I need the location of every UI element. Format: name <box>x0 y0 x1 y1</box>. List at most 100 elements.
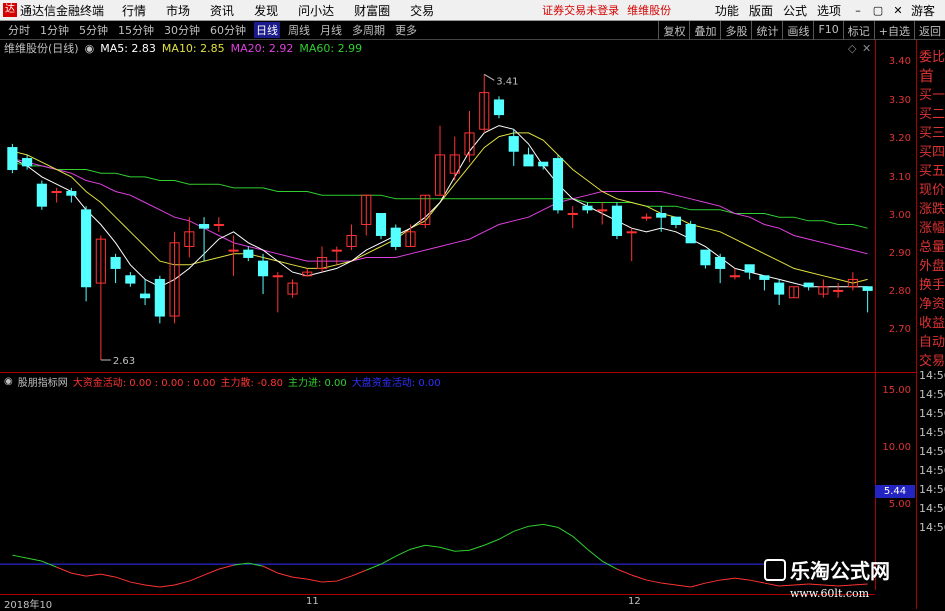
close-icon[interactable]: ✕ <box>891 4 905 18</box>
period-intraday[interactable]: 分时 <box>6 22 32 38</box>
price-tick: 3.40 <box>888 56 911 67</box>
menu-news[interactable]: 资讯 <box>210 2 234 19</box>
candle-body <box>700 249 711 266</box>
draw-line-button[interactable]: 画线 <box>782 21 813 40</box>
period-5min[interactable]: 5分钟 <box>77 22 110 38</box>
candle-body <box>744 264 755 273</box>
period-weekly[interactable]: 周线 <box>286 22 312 38</box>
candle-body <box>862 286 873 291</box>
app-name: 通达信金融终端 <box>20 3 105 18</box>
chart-title: 维维股份(日线) <box>4 42 79 55</box>
candle-body <box>552 158 564 211</box>
minimize-icon[interactable]: – <box>851 4 865 18</box>
mark-button[interactable]: 标记 <box>842 21 874 40</box>
candle-body <box>331 249 342 252</box>
candle-body <box>375 213 387 236</box>
menu-function[interactable]: 功能 <box>715 2 739 19</box>
candle-body <box>523 154 534 167</box>
ma5-label: MA5: 2.83 <box>100 41 156 55</box>
indicator-segment <box>690 582 706 588</box>
menu-market[interactable]: 市场 <box>166 2 190 19</box>
date-tick: 12 <box>628 596 641 607</box>
indicator-segment <box>292 576 308 580</box>
indicator-segment <box>277 572 293 578</box>
indicator-segment <box>27 557 42 562</box>
candle-body <box>390 227 401 247</box>
close-chart-icon[interactable]: ✕ <box>862 42 871 55</box>
side-panel-label: 14:56 <box>919 388 945 401</box>
maximize-icon[interactable]: ▢ <box>871 4 885 18</box>
current-stock-name: 维维股份 <box>627 4 672 17</box>
f10-button[interactable]: F10 <box>813 21 842 40</box>
back-button[interactable]: 返回 <box>914 21 945 40</box>
menu-layout[interactable]: 版面 <box>749 2 773 19</box>
period-15min[interactable]: 15分钟 <box>116 22 156 38</box>
indicator-segment <box>12 554 28 559</box>
user-label[interactable]: 游客 <box>911 2 935 19</box>
candle-body <box>582 205 593 211</box>
candle-body <box>656 213 667 218</box>
indicator-segment <box>513 525 529 532</box>
big-fund-label: 大资金活动: 0.00 : 0.00 : 0.00 <box>72 377 216 389</box>
watermark-title: 乐淘公式网 <box>790 559 890 583</box>
menu-discover[interactable]: 发现 <box>254 2 278 19</box>
menu-ask[interactable]: 问小达 <box>298 2 334 19</box>
price-tick: 2.90 <box>888 248 911 259</box>
price-tick: 3.00 <box>888 210 911 221</box>
indicator-legend: ◉ 股朋指标网 大资金活动: 0.00 : 0.00 : 0.00 主力散: -… <box>0 373 446 389</box>
indicator-segment <box>322 580 337 583</box>
period-daily[interactable]: 日线 <box>254 22 280 38</box>
period-30min[interactable]: 30分钟 <box>162 22 202 38</box>
candle-body <box>641 216 652 219</box>
candle-body <box>36 183 47 207</box>
menu-options[interactable]: 选项 <box>817 2 841 19</box>
menu-quotes[interactable]: 行情 <box>122 2 146 19</box>
indicator-segment <box>631 574 647 581</box>
period-more[interactable]: 更多 <box>393 22 419 38</box>
menu-wealth[interactable]: 财富圈 <box>354 2 390 19</box>
right-axis: 3.40 3.30 3.20 3.10 3.00 2.90 2.80 2.70 … <box>875 40 915 590</box>
quote-side-panel[interactable]: 委比首买一买二买三买四买五现价涨跌涨幅总量外盘换手净资收益自动交易14:5614… <box>916 40 945 609</box>
side-panel-label: 收益 <box>919 316 945 331</box>
candle-body <box>198 223 210 229</box>
indicator-segment <box>410 544 426 550</box>
indicator-segment <box>705 579 721 584</box>
indicator-segment <box>646 579 662 584</box>
period-monthly[interactable]: 月线 <box>318 22 344 38</box>
chart-settings-icon[interactable]: ◉ <box>85 42 95 55</box>
gear-icon[interactable]: ◇ <box>848 42 856 55</box>
indicator-name[interactable]: 股朋指标网 <box>18 374 68 389</box>
overlay-button[interactable]: 叠加 <box>689 21 720 40</box>
indicator-segment <box>203 568 220 576</box>
indicator-segment <box>528 523 544 527</box>
candle-body <box>626 231 637 234</box>
indicator-segment <box>100 573 116 578</box>
candle-body <box>7 147 18 171</box>
candle-body <box>685 223 696 244</box>
candle-body <box>759 275 770 280</box>
indicator-segment <box>484 538 500 546</box>
side-panel-label: 14:56 <box>919 407 945 420</box>
indicator-settings-icon[interactable]: ◉ <box>4 376 13 387</box>
period-multi[interactable]: 多周期 <box>350 22 387 38</box>
period-1min[interactable]: 1分钟 <box>38 22 71 38</box>
menu-formula[interactable]: 公式 <box>783 2 807 19</box>
side-panel-label: 买三 <box>919 126 945 141</box>
indicator-segment <box>380 555 397 565</box>
side-panel-label: 自动 <box>919 335 945 350</box>
period-60min[interactable]: 60分钟 <box>208 22 248 38</box>
statistics-button[interactable]: 统计 <box>751 21 782 40</box>
menu-trade[interactable]: 交易 <box>410 2 434 19</box>
indicator-chart[interactable] <box>0 390 875 594</box>
multi-stock-button[interactable]: 多股 <box>720 21 751 40</box>
candlestick-chart[interactable]: 3.41 2.63 <box>0 56 875 371</box>
price-tick: 3.10 <box>888 172 911 183</box>
trade-login-warning[interactable]: 证券交易未登录 <box>542 2 619 18</box>
side-panel-label: 涨跌 <box>919 202 945 217</box>
add-watchlist-button[interactable]: +自选 <box>873 21 914 40</box>
side-panel-label: 涨幅 <box>919 221 945 236</box>
candle-body <box>213 223 224 226</box>
candle-body <box>154 278 165 317</box>
ind-tick: 10.00 <box>882 442 911 453</box>
restore-rights-button[interactable]: 复权 <box>658 21 689 40</box>
